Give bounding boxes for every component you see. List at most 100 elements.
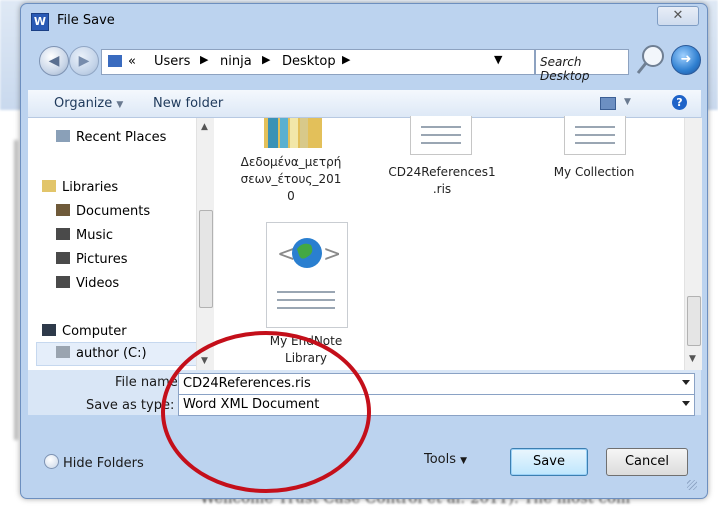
scroll-down-icon[interactable]: ▼ [689,354,696,364]
endnote-library-icon: < > [266,222,348,328]
hide-folders-label: Hide Folders [63,456,144,471]
file-name: My Collection [534,164,654,181]
navigation-pane: Recent Places Libraries Documents Music … [28,118,196,370]
help-icon[interactable]: ? [672,95,687,110]
nav-item-music[interactable]: Music [56,228,113,243]
drive-icon [56,346,70,358]
file-name-line: Δεδομένα_μετρή [240,155,342,169]
file-name-line: σεων_έτους_201 [240,172,342,186]
chevron-down-icon[interactable] [682,401,690,406]
file-name-line: My Collection [553,165,635,179]
document-line [575,126,615,128]
search-icon[interactable] [633,42,669,78]
search-box[interactable]: Search Desktop [535,49,629,83]
breadcrumb-overflow[interactable]: « [128,54,136,69]
folder-location-icon [108,55,122,67]
view-options-icon[interactable] [600,97,616,110]
document-line [277,291,335,293]
nav-item-videos[interactable]: Videos [56,276,119,291]
address-dropdown-icon[interactable]: ▼ [494,53,502,66]
scroll-up-icon[interactable]: ▲ [201,122,208,132]
nav-item-label: Documents [76,204,151,219]
document-line [421,142,461,144]
breadcrumb-arrow-icon[interactable]: ▶ [342,53,350,66]
documents-icon [56,204,70,216]
pictures-icon [56,252,70,264]
forward-button[interactable]: ▶ [69,46,99,76]
nav-item-label: Pictures [76,252,128,267]
computer-icon [42,324,56,336]
annotation-ellipse [161,331,371,493]
toolbar: Organize ▼ New folder ▼ ? [28,90,701,118]
view-dropdown-icon[interactable]: ▼ [624,97,631,107]
folder-icon [264,118,322,148]
document-line [575,134,615,136]
organize-button[interactable]: Organize ▼ [54,96,123,111]
tools-button[interactable]: Tools ▼ [424,452,467,467]
address-bar[interactable]: « Users ▶ ninja ▶ Desktop ▶ ▼ ⟳ [101,49,603,75]
globe-icon[interactable]: ➜ [671,45,701,75]
forward-arrow-icon: ▶ [78,53,90,69]
libraries-icon [42,180,56,192]
web-globe-icon: < > [277,238,339,268]
breadcrumb-desktop[interactable]: Desktop [282,54,336,69]
hide-folders-button[interactable]: Hide Folders [44,454,144,471]
nav-item-label: Recent Places [76,130,167,145]
chevron-down-icon: ▼ [116,100,124,110]
chevron-down-icon[interactable] [682,380,690,385]
save-button[interactable]: Save [510,448,588,476]
collapse-icon [44,454,59,469]
nav-item-recent-places[interactable]: Recent Places [56,130,166,145]
document-line [277,299,335,301]
document-icon [410,116,472,155]
nav-item-libraries[interactable]: Libraries [42,180,118,195]
scrollbar-thumb[interactable] [687,296,701,346]
breadcrumb-arrow-icon[interactable]: ▶ [200,53,208,66]
document-line [421,134,461,136]
breadcrumb-users[interactable]: Users [154,54,190,69]
file-name-line: .ris [432,182,452,196]
file-name: CD24References1 .ris [382,164,502,198]
search-input[interactable]: Search Desktop [540,55,628,83]
word-app-icon: W [31,13,49,31]
document-icon [564,116,626,155]
document-line [277,307,335,309]
document-line [575,142,615,144]
chevron-down-icon: ▼ [460,456,468,466]
scrollbar-thumb[interactable] [199,210,213,308]
new-folder-button[interactable]: New folder [153,96,223,111]
dialog-title: File Save [57,13,115,28]
nav-item-author-drive[interactable]: author (C:) [56,346,147,361]
file-name: Δεδομένα_μετρή σεων_έτους_201 0 [236,154,346,205]
file-view-scrollbar[interactable]: ▼ [684,118,702,370]
music-icon [56,228,70,240]
nav-item-label: Libraries [62,180,119,195]
nav-item-computer[interactable]: Computer [42,324,127,339]
nav-item-pictures[interactable]: Pictures [56,252,127,267]
videos-icon [56,276,70,288]
nav-item-label: Computer [62,324,127,339]
tools-label: Tools [424,452,457,467]
title-bar: W File Save ✕ [21,4,707,36]
svg-text:>: > [323,242,339,267]
content-area: Recent Places Libraries Documents Music … [28,116,702,370]
nav-item-label: Music [76,228,113,243]
navigation-bar: ◀ ▶ « Users ▶ ninja ▶ Desktop ▶ ▼ ⟳ Sear… [21,40,707,84]
nav-item-label: author (C:) [76,346,147,361]
back-button[interactable]: ◀ [39,46,69,76]
file-name-line: 0 [287,189,295,203]
nav-item-label: Videos [76,276,120,291]
close-button[interactable]: ✕ [657,6,699,26]
organize-label: Organize [54,96,113,111]
resize-grip-icon[interactable] [687,480,697,490]
document-line [421,126,461,128]
nav-pane-scrollbar[interactable]: ▲ ▼ [196,118,214,370]
cancel-button[interactable]: Cancel [606,448,688,476]
breadcrumb-arrow-icon[interactable]: ▶ [262,53,270,66]
recent-places-icon [56,130,70,142]
back-arrow-icon: ◀ [48,53,60,69]
nav-item-documents[interactable]: Documents [56,204,150,219]
background-margin [14,140,18,440]
breadcrumb-ninja[interactable]: ninja [220,54,252,69]
file-name-line: CD24References1 [388,165,496,179]
